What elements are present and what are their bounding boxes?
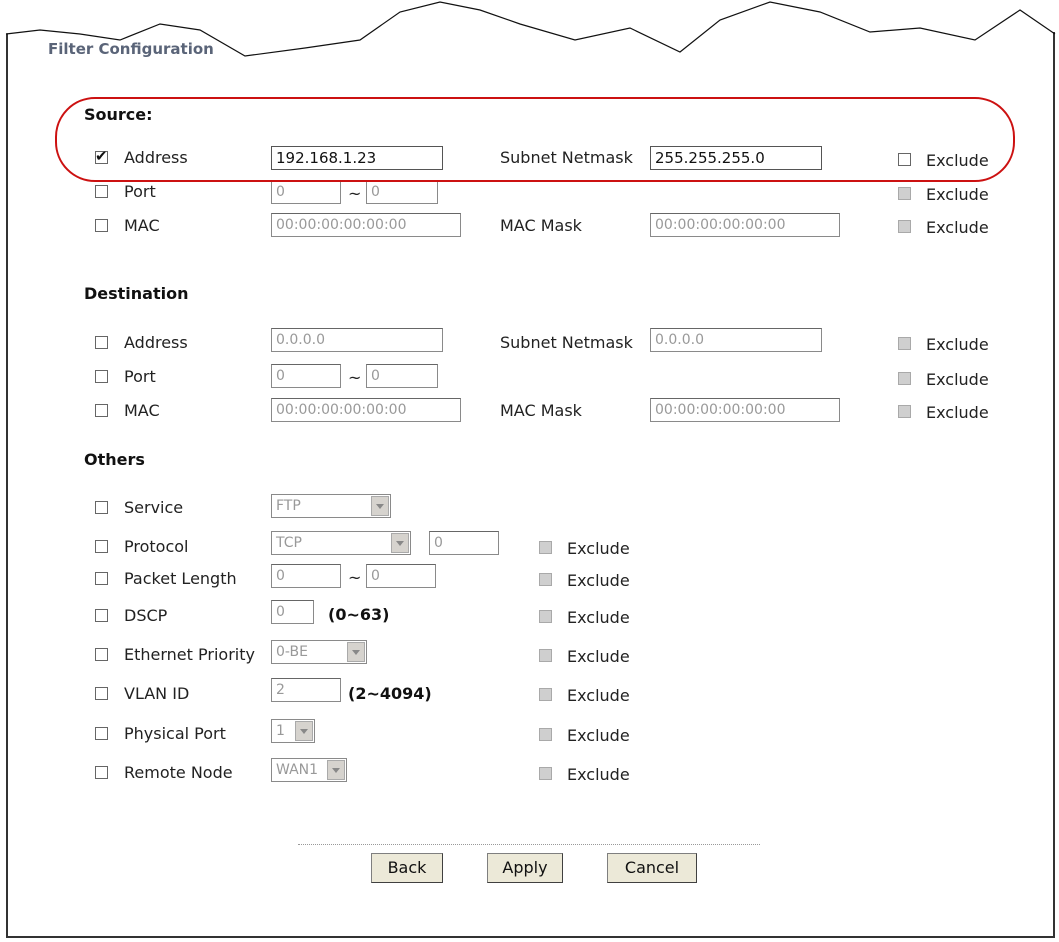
remote-node-exclude-checkbox[interactable] — [539, 767, 552, 780]
service-select-value: FTP — [276, 498, 301, 514]
dscp-exclude-checkbox[interactable] — [539, 610, 552, 623]
protocol-label: Protocol — [124, 537, 189, 556]
dest-mac-mask-label: MAC Mask — [500, 401, 582, 420]
packet-length-exclude-label: Exclude — [567, 571, 630, 590]
physical-port-select-value: 1 — [276, 723, 285, 739]
dest-mac-exclude-checkbox[interactable] — [898, 405, 911, 418]
others-heading: Others — [84, 450, 145, 469]
ethernet-priority-checkbox[interactable] — [95, 648, 108, 661]
dest-port-from-input[interactable]: 0 — [271, 364, 341, 388]
service-label: Service — [124, 498, 184, 517]
dest-netmask-label: Subnet Netmask — [500, 333, 633, 352]
packet-length-label: Packet Length — [124, 569, 237, 588]
torn-edge-decoration — [0, 0, 1059, 57]
dest-netmask-input[interactable]: 0.0.0.0 — [650, 328, 822, 352]
back-button[interactable]: Back — [371, 853, 443, 883]
ethernet-priority-select-value: 0-BE — [276, 644, 308, 660]
physical-port-exclude-label: Exclude — [567, 726, 630, 745]
chevron-down-icon — [347, 642, 365, 662]
dest-mac-exclude-label: Exclude — [926, 403, 989, 422]
vlan-id-label: VLAN ID — [124, 684, 190, 703]
dest-port-tilde: ~ — [348, 368, 362, 387]
physical-port-label: Physical Port — [124, 724, 226, 743]
dest-address-exclude-label: Exclude — [926, 335, 989, 354]
chevron-down-icon — [327, 760, 345, 780]
dest-mac-mask-input[interactable]: 00:00:00:00:00:00 — [650, 398, 840, 422]
destination-heading: Destination — [84, 284, 189, 303]
service-checkbox[interactable] — [95, 501, 108, 514]
source-mac-exclude-checkbox[interactable] — [898, 220, 911, 233]
dest-port-exclude-label: Exclude — [926, 370, 989, 389]
physical-port-select[interactable]: 1 — [271, 719, 315, 743]
protocol-exclude-checkbox[interactable] — [539, 541, 552, 554]
service-select[interactable]: FTP — [271, 494, 391, 518]
dscp-range-hint: (0~63) — [328, 605, 390, 624]
vlan-id-exclude-label: Exclude — [567, 686, 630, 705]
physical-port-checkbox[interactable] — [95, 727, 108, 740]
protocol-select-value: TCP — [276, 535, 302, 551]
protocol-select[interactable]: TCP — [271, 531, 411, 555]
dest-mac-label: MAC — [124, 401, 160, 420]
vlan-id-checkbox[interactable] — [95, 687, 108, 700]
button-divider — [298, 844, 760, 845]
dest-address-input[interactable]: 0.0.0.0 — [271, 328, 443, 352]
source-mac-mask-input[interactable]: 00:00:00:00:00:00 — [650, 213, 840, 237]
source-port-from-input[interactable]: 0 — [271, 180, 341, 204]
chevron-down-icon — [371, 496, 389, 516]
source-port-exclude-checkbox[interactable] — [898, 187, 911, 200]
source-mac-mask-label: MAC Mask — [500, 216, 582, 235]
dest-address-label: Address — [124, 333, 188, 352]
source-mac-exclude-label: Exclude — [926, 218, 989, 237]
source-port-exclude-label: Exclude — [926, 185, 989, 204]
dscp-checkbox[interactable] — [95, 609, 108, 622]
packet-length-tilde: ~ — [348, 568, 362, 587]
protocol-checkbox[interactable] — [95, 540, 108, 553]
chevron-down-icon — [391, 533, 409, 553]
dest-mac-input[interactable]: 00:00:00:00:00:00 — [271, 398, 461, 422]
source-port-label: Port — [124, 182, 156, 201]
packet-length-to-input[interactable]: 0 — [366, 564, 436, 588]
physical-port-exclude-checkbox[interactable] — [539, 728, 552, 741]
packet-length-exclude-checkbox[interactable] — [539, 573, 552, 586]
ethernet-priority-exclude-checkbox[interactable] — [539, 649, 552, 662]
source-port-tilde: ~ — [348, 184, 362, 203]
protocol-number-input[interactable]: 0 — [429, 531, 499, 555]
dest-port-exclude-checkbox[interactable] — [898, 372, 911, 385]
chevron-down-icon — [295, 721, 313, 741]
source-mac-input[interactable]: 00:00:00:00:00:00 — [271, 213, 461, 237]
remote-node-select[interactable]: WAN1 — [271, 758, 347, 782]
source-mac-checkbox[interactable] — [95, 219, 108, 232]
dest-mac-checkbox[interactable] — [95, 404, 108, 417]
vlan-id-range-hint: (2~4094) — [348, 684, 432, 703]
remote-node-select-value: WAN1 — [276, 762, 319, 778]
vlan-id-input[interactable]: 2 — [271, 678, 341, 702]
packet-length-checkbox[interactable] — [95, 572, 108, 585]
remote-node-label: Remote Node — [124, 763, 233, 782]
dscp-label: DSCP — [124, 606, 168, 625]
vlan-id-exclude-checkbox[interactable] — [539, 688, 552, 701]
protocol-exclude-label: Exclude — [567, 539, 630, 558]
cancel-button[interactable]: Cancel — [607, 853, 697, 883]
remote-node-exclude-label: Exclude — [567, 765, 630, 784]
remote-node-checkbox[interactable] — [95, 766, 108, 779]
ethernet-priority-label: Ethernet Priority — [124, 645, 255, 664]
source-mac-label: MAC — [124, 216, 160, 235]
dest-port-label: Port — [124, 367, 156, 386]
dest-port-checkbox[interactable] — [95, 370, 108, 383]
dest-address-exclude-checkbox[interactable] — [898, 337, 911, 350]
source-address-highlight — [55, 97, 1015, 182]
packet-length-from-input[interactable]: 0 — [271, 564, 341, 588]
apply-button[interactable]: Apply — [487, 853, 563, 883]
source-port-checkbox[interactable] — [95, 185, 108, 198]
dscp-input[interactable]: 0 — [271, 600, 314, 624]
dest-address-checkbox[interactable] — [95, 336, 108, 349]
ethernet-priority-select[interactable]: 0-BE — [271, 640, 367, 664]
ethernet-priority-exclude-label: Exclude — [567, 647, 630, 666]
dest-port-to-input[interactable]: 0 — [366, 364, 438, 388]
source-port-to-input[interactable]: 0 — [366, 180, 438, 204]
dscp-exclude-label: Exclude — [567, 608, 630, 627]
